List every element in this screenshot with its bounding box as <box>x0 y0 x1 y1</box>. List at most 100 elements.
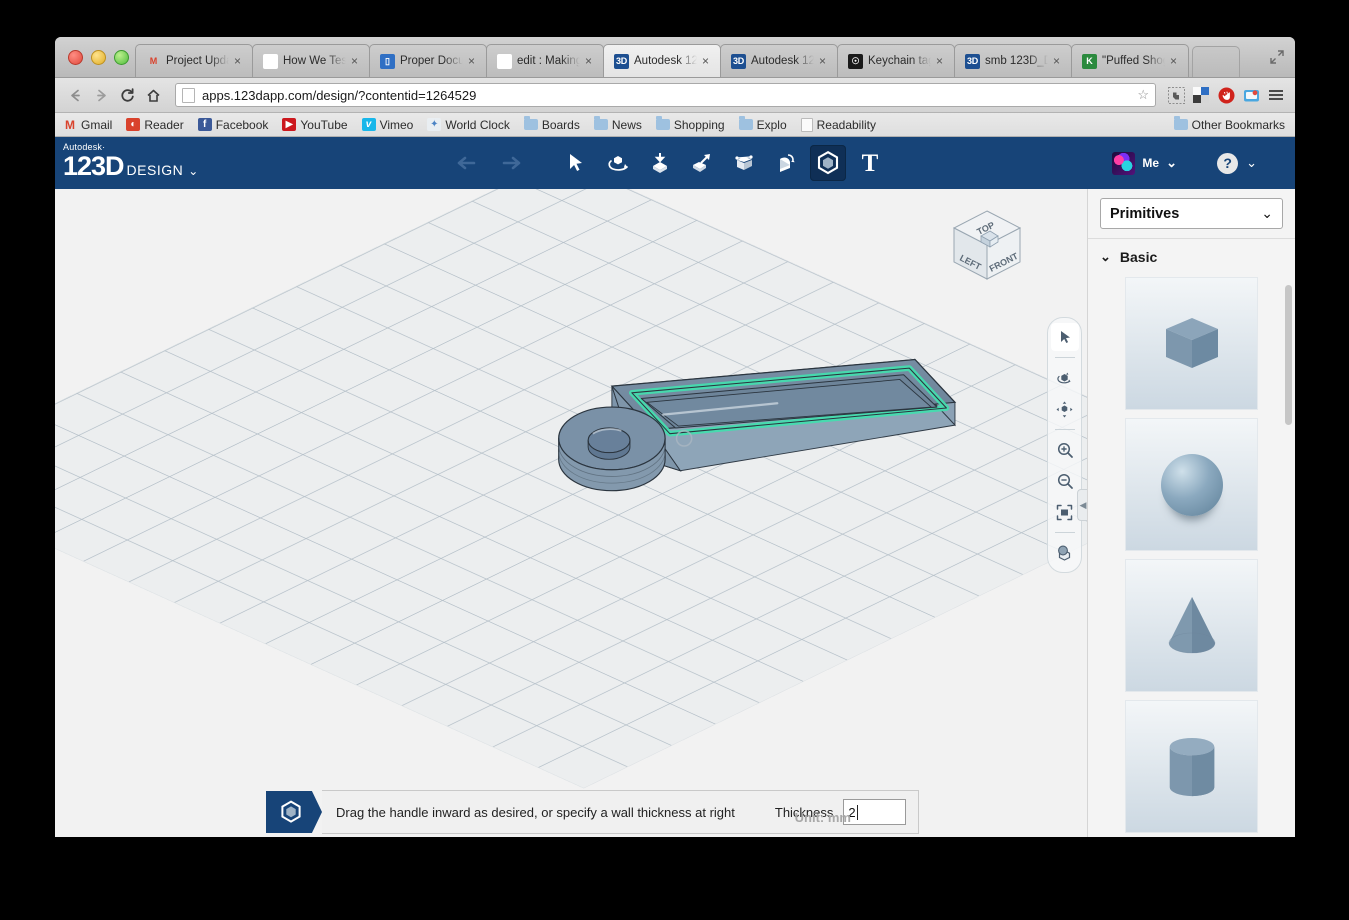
select-view-tool[interactable] <box>1050 323 1079 351</box>
close-icon[interactable]: × <box>585 55 595 67</box>
window-controls[interactable] <box>68 50 129 65</box>
adblock-icon[interactable] <box>1215 85 1237 105</box>
tab-keychain-tag[interactable]: ☉ Keychain tag × <box>837 44 955 77</box>
bookmark-readability[interactable]: Readability <box>800 117 876 132</box>
primitive-cone[interactable] <box>1125 559 1258 692</box>
tab-project-updates[interactable]: M Project Upda × <box>135 44 253 77</box>
panel-scrollbar[interactable] <box>1285 285 1292 837</box>
tab-how-we-test[interactable]: ◎ How We Test × <box>252 44 370 77</box>
shell-tool[interactable] <box>810 145 846 181</box>
primitive-cylinder[interactable] <box>1125 700 1258 833</box>
bookmark-reader[interactable]: ◐ Reader <box>126 117 184 132</box>
forward-icon[interactable] <box>89 83 113 107</box>
transform-tool[interactable] <box>600 145 636 181</box>
bookmark-label: Reader <box>144 117 184 132</box>
page-icon <box>182 87 195 103</box>
menu-icon[interactable] <box>1265 85 1287 105</box>
bookmark-boards[interactable]: Boards <box>523 116 580 132</box>
help-menu[interactable]: ? ⌄ <box>1217 137 1257 189</box>
tab-strip: M Project Upda × ◎ How We Test × ▯ Prope… <box>55 37 1295 78</box>
modify-tool[interactable] <box>768 145 804 181</box>
close-icon[interactable]: × <box>351 55 361 67</box>
bookmark-youtube[interactable]: ▶ YouTube <box>282 118 348 132</box>
tab-autodesk-123d-active[interactable]: 3D Autodesk 12 × <box>603 44 721 77</box>
evernote-icon[interactable] <box>1165 85 1187 105</box>
home-icon[interactable] <box>141 83 165 107</box>
tab-puffed-shogun[interactable]: K "Puffed Shog × <box>1071 44 1189 77</box>
close-icon[interactable]: × <box>1170 55 1180 67</box>
close-icon[interactable]: × <box>702 55 712 67</box>
tab-label: edit : Making <box>517 55 580 67</box>
close-icon[interactable]: × <box>1053 55 1063 67</box>
text-t-icon: T <box>861 149 879 177</box>
sketch-tool[interactable] <box>684 145 720 181</box>
close-icon[interactable]: × <box>819 55 829 67</box>
tab-proper-document[interactable]: ▯ Proper Docu × <box>369 44 487 77</box>
thickness-input[interactable]: 2 <box>843 799 907 825</box>
account-menu[interactable]: Me ⌄ <box>1112 137 1177 189</box>
address-bar[interactable]: apps.123dapp.com/design/?contentid=12645… <box>175 83 1156 107</box>
close-window-button[interactable] <box>68 50 83 65</box>
url-text[interactable]: apps.123dapp.com/design/?contentid=12645… <box>202 88 476 103</box>
keychain-icon: ☉ <box>848 53 863 69</box>
back-icon[interactable] <box>63 83 87 107</box>
chevron-down-icon[interactable]: ⌄ <box>1100 249 1111 265</box>
fit-to-screen-tool[interactable] <box>1051 498 1079 526</box>
pan-view-tool[interactable] <box>1051 395 1079 423</box>
minimize-window-button[interactable] <box>91 50 106 65</box>
group-label: Basic <box>1119 249 1158 265</box>
bookmark-explo[interactable]: Explo <box>738 116 787 132</box>
tab-edit-making[interactable]: ◎ edit : Making × <box>486 44 604 77</box>
select-tool[interactable] <box>558 145 594 181</box>
help-icon[interactable]: ? <box>1217 152 1239 174</box>
close-icon[interactable]: × <box>468 55 478 67</box>
chevron-down-icon[interactable]: ⌄ <box>1246 155 1257 171</box>
bookmark-gmail[interactable]: M Gmail <box>63 118 112 132</box>
close-icon[interactable]: × <box>936 55 946 67</box>
bookmark-label: Shopping <box>673 117 725 132</box>
pocket-icon[interactable] <box>1240 85 1262 105</box>
group-basic-header[interactable]: ⌄ Basic <box>1088 239 1295 271</box>
chevron-down-icon[interactable]: ⌄ <box>1166 155 1177 171</box>
tab-autodesk-123d-2[interactable]: 3D Autodesk 12 × <box>720 44 838 77</box>
bookmark-other-bookmarks[interactable]: Other Bookmarks <box>1173 116 1285 132</box>
bookmark-star-icon[interactable]: ☆ <box>1137 87 1149 103</box>
undo-button[interactable] <box>450 145 486 181</box>
3d-icon: 3D <box>614 53 629 69</box>
folder-icon <box>738 116 753 130</box>
bookmark-facebook[interactable]: f Facebook <box>197 118 268 132</box>
category-select[interactable]: Primitives ⌄ <box>1100 198 1283 229</box>
reload-icon[interactable] <box>115 83 139 107</box>
primitives-tool[interactable] <box>642 145 678 181</box>
redo-button[interactable] <box>492 145 528 181</box>
zoom-window-button[interactable] <box>114 50 129 65</box>
app-header: Autodesk· 123D DESIGN ⌄ T Me ⌄ ? ⌄ <box>55 137 1295 189</box>
view-cube[interactable]: TOP LEFT FRONT <box>944 203 1030 289</box>
bookmark-vimeo[interactable]: v Vimeo <box>361 118 413 132</box>
primitive-sphere[interactable] <box>1125 418 1258 551</box>
bookmark-news[interactable]: News <box>593 116 642 132</box>
bookmark-world-clock[interactable]: ✦ World Clock <box>427 118 510 132</box>
display-settings-tool[interactable] <box>1051 539 1079 567</box>
tab-smb-123d-d[interactable]: 3D smb 123D_D × <box>954 44 1072 77</box>
orbit-view-tool[interactable] <box>1051 364 1079 392</box>
grid-plane <box>55 189 1088 788</box>
text-tool[interactable]: T <box>852 145 888 181</box>
app-logo[interactable]: Autodesk· 123D DESIGN ⌄ <box>63 143 198 180</box>
chevron-down-icon[interactable]: ⌄ <box>1261 205 1273 222</box>
zoom-out-tool[interactable] <box>1051 467 1079 495</box>
primitive-thumbnails[interactable] <box>1088 277 1295 837</box>
bookmark-label: Gmail <box>81 117 113 132</box>
chevron-down-icon[interactable]: ⌄ <box>188 164 198 178</box>
new-tab-button[interactable] <box>1192 46 1240 77</box>
scrollbar-thumb[interactable] <box>1285 285 1292 425</box>
viewport-3d[interactable]: TOP LEFT FRONT ◀ Drag the handle inward … <box>55 189 1088 837</box>
construct-tool[interactable] <box>726 145 762 181</box>
squares-icon[interactable] <box>1190 85 1212 105</box>
maximize-icon[interactable] <box>1269 49 1285 65</box>
primitive-box[interactable] <box>1125 277 1258 410</box>
zoom-in-tool[interactable] <box>1051 436 1079 464</box>
bookmark-shopping[interactable]: Shopping <box>655 116 725 132</box>
unit-label: Unit: mm <box>794 810 851 825</box>
close-icon[interactable]: × <box>234 55 244 67</box>
